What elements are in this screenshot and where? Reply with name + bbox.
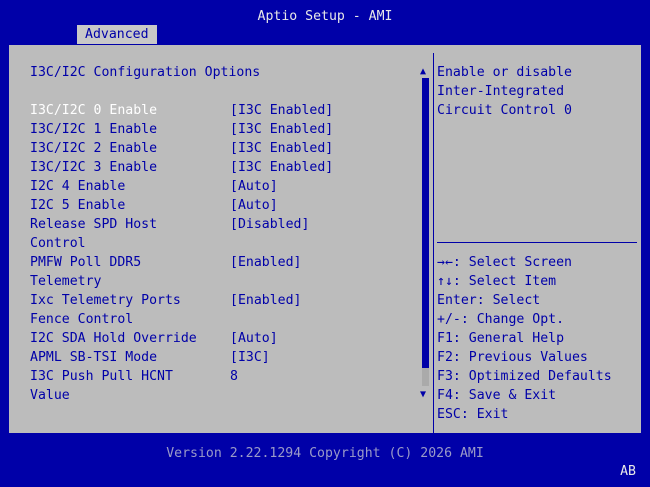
option-value[interactable]: [Enabled] [230,291,301,310]
option-label[interactable]: Value [30,386,70,405]
scroll-down-icon[interactable]: ▼ [420,390,430,400]
option-value[interactable]: [Auto] [230,329,278,348]
corner-label: AB [620,464,636,479]
app-title: Aptio Setup - AMI [257,9,393,24]
hotkey-item: +/-: Change Opt. [437,312,565,327]
option-value[interactable]: [Enabled] [230,253,301,272]
option-label[interactable]: I2C 4 Enable [30,177,125,196]
option-value[interactable]: [I3C Enabled] [230,158,333,177]
option-label[interactable]: Control [30,234,86,253]
help-line-1: Enable or disable [437,65,572,80]
option-value[interactable]: [I3C Enabled] [230,139,333,158]
option-label[interactable]: Release SPD Host [30,215,157,234]
hotkey-item: →←: Select Screen [437,255,572,270]
option-value[interactable]: [Disabled] [230,215,309,234]
option-label[interactable]: APML SB-TSI Mode [30,348,157,367]
option-label[interactable]: PMFW Poll DDR5 [30,253,141,272]
option-label[interactable]: I3C/I2C 2 Enable [30,139,157,158]
option-label[interactable]: I2C SDA Hold Override [30,329,197,348]
version-footer: Version 2.22.1294 Copyright (C) 2026 AMI [166,446,484,461]
scrollbar[interactable] [422,78,429,386]
option-label[interactable]: Fence Control [30,310,133,329]
section-title: I3C/I2C Configuration Options [30,65,261,80]
option-value[interactable]: [I3C] [230,348,270,367]
option-value[interactable]: [Auto] [230,177,278,196]
option-value[interactable]: [I3C Enabled] [230,101,333,120]
hotkey-item: F1: General Help [437,331,565,346]
tab-advanced[interactable]: Advanced [77,25,157,44]
scrollbar-thumb[interactable] [422,368,429,386]
help-line-3: Circuit Control 0 [437,103,572,118]
option-value[interactable]: [I3C Enabled] [230,120,333,139]
option-value[interactable]: [Auto] [230,196,278,215]
option-label[interactable]: I2C 5 Enable [30,196,125,215]
option-label[interactable]: I3C Push Pull HCNT [30,367,173,386]
hotkey-item: F4: Save & Exit [437,388,557,403]
help-separator [437,242,637,243]
help-line-2: Inter-Integrated [437,84,565,99]
panel-divider [433,53,434,434]
hotkey-item: F2: Previous Values [437,350,588,365]
option-label[interactable]: Ixc Telemetry Ports [30,291,181,310]
option-value[interactable]: 8 [230,367,238,386]
option-label[interactable]: I3C/I2C 0 Enable [30,101,157,120]
hotkey-item: ↑↓: Select Item [437,274,557,289]
hotkey-item: F3: Optimized Defaults [437,369,612,384]
hotkey-item: Enter: Select [437,293,541,308]
option-label[interactable]: Telemetry [30,272,101,291]
scroll-up-icon[interactable]: ▲ [420,67,430,77]
option-label[interactable]: I3C/I2C 1 Enable [30,120,157,139]
hotkey-item: ESC: Exit [437,407,509,422]
option-label[interactable]: I3C/I2C 3 Enable [30,158,157,177]
